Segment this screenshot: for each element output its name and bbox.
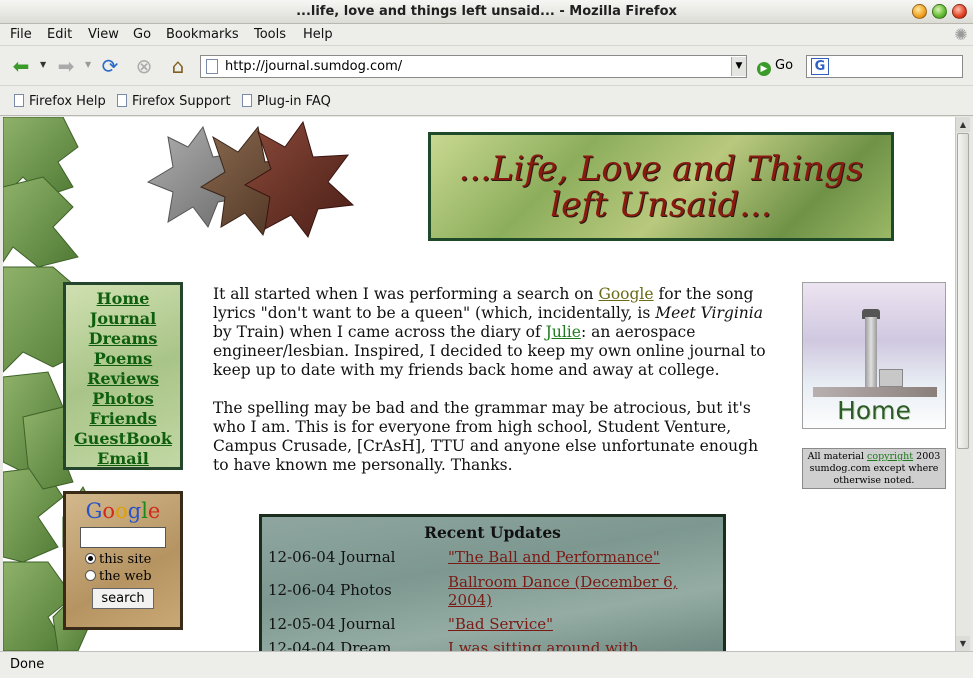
go-label: Go (775, 58, 794, 73)
update-date: 12-04-04 Dream (268, 639, 392, 651)
menu-bookmarks[interactable]: Bookmarks (166, 27, 239, 42)
lighthouse-icon (865, 317, 877, 387)
intro-text: It all started when I was performing a s… (213, 285, 773, 494)
radio-this-site[interactable]: this site (66, 552, 180, 567)
url-input[interactable] (225, 58, 725, 75)
menu-help[interactable]: Help (303, 27, 333, 42)
update-date: 12-05-04 Journal (268, 615, 396, 633)
bookmark-page-icon (14, 94, 24, 107)
radio-label: this site (99, 552, 152, 567)
maximize-button[interactable] (932, 4, 947, 19)
navigation-toolbar: ⬅ ▼ ➡ ▼ ⟳ ⊗ ⌂ ▼ ▶ Go G (0, 46, 973, 86)
reload-icon[interactable]: ⟳ (97, 54, 123, 78)
banner-title: ...Life, Love and Things left Unsaid... (458, 148, 864, 225)
scroll-up-arrow-icon[interactable]: ▲ (956, 117, 970, 132)
text-segment: It all started when I was performing a s… (213, 285, 599, 303)
radio-unselected-icon (85, 570, 96, 581)
window-title: ...life, love and things left unsaid... … (296, 4, 677, 19)
back-arrow-icon[interactable]: ⬅ (8, 54, 34, 78)
home-image-label: Home (837, 396, 911, 425)
nav-link-photos[interactable]: Photos (66, 389, 180, 409)
home-image-link[interactable]: Home (802, 282, 946, 429)
bookmark-firefox-support[interactable]: Firefox Support (117, 94, 231, 109)
update-date: 12-06-04 Journal (268, 548, 396, 566)
throbber-icon: ✺ (954, 25, 968, 44)
nav-link-dreams[interactable]: Dreams (66, 329, 180, 349)
bookmark-label: Plug-in FAQ (257, 94, 331, 109)
vertical-scrollbar[interactable]: ▲ ▼ (955, 117, 970, 651)
minimize-button[interactable] (912, 4, 927, 19)
forward-arrow-icon[interactable]: ➡ (53, 54, 79, 78)
window-titlebar: ...life, love and things left unsaid... … (0, 0, 973, 24)
page-icon (206, 59, 218, 74)
menu-go[interactable]: Go (133, 27, 151, 42)
home-icon[interactable]: ⌂ (165, 54, 191, 78)
copyright-link[interactable]: copyright (867, 451, 913, 462)
bookmark-label: Firefox Support (132, 94, 231, 109)
song-title: Meet Virginia (655, 304, 763, 322)
intro-paragraph-2: The spelling may be bad and the grammar … (213, 399, 759, 474)
update-link[interactable]: Ballroom Dance (December 6, 2004) (448, 573, 718, 609)
nav-link-guestbook[interactable]: GuestBook (66, 429, 180, 449)
google-logo: Google (85, 499, 161, 523)
url-history-dropdown-icon[interactable]: ▼ (731, 57, 746, 76)
google-search-button[interactable]: search (92, 588, 154, 609)
google-search-widget: Google this site the web search (63, 491, 183, 630)
bookmark-page-icon (117, 94, 127, 107)
scrollbar-thumb[interactable] (957, 133, 969, 449)
forward-history-dropdown-icon[interactable]: ▼ (85, 60, 91, 69)
menu-edit[interactable]: Edit (47, 27, 72, 42)
menu-view[interactable]: View (88, 27, 119, 42)
url-bar[interactable] (200, 55, 747, 78)
nav-link-home[interactable]: Home (66, 289, 180, 309)
go-arrow-icon: ▶ (757, 62, 771, 76)
google-link[interactable]: Google (598, 285, 653, 303)
close-window-button[interactable] (952, 4, 967, 19)
text-segment: All material (807, 451, 868, 462)
update-date: 12-06-04 Photos (268, 581, 392, 599)
google-engine-icon[interactable]: G (811, 58, 829, 75)
status-bar: Done (0, 651, 973, 678)
search-box[interactable]: G (806, 55, 963, 78)
stop-icon[interactable]: ⊗ (131, 54, 157, 78)
menu-file[interactable]: File (10, 27, 32, 42)
copyright-notice: All material copyright 2003 sumdog.com e… (802, 448, 946, 489)
google-search-input[interactable] (80, 527, 166, 548)
go-button[interactable]: ▶ Go (757, 58, 793, 76)
bookmark-label: Firefox Help (29, 94, 106, 109)
status-text: Done (10, 657, 45, 672)
page-viewport: ...Life, Love and Things left Unsaid... … (3, 117, 955, 651)
text-segment: by Train) when I came across the diary o… (213, 323, 546, 341)
keeper-house (879, 369, 903, 387)
back-history-dropdown-icon[interactable]: ▼ (40, 60, 46, 69)
julie-link[interactable]: Julie (546, 323, 581, 341)
scroll-down-arrow-icon[interactable]: ▼ (956, 636, 970, 651)
nav-link-reviews[interactable]: Reviews (66, 369, 180, 389)
bookmarks-toolbar: Firefox Help Firefox Support Plug-in FAQ (0, 86, 973, 116)
radio-selected-icon (85, 553, 96, 564)
nav-link-email[interactable]: Email (66, 449, 180, 469)
recent-updates-panel: Recent Updates 12-06-04 Journal "The Ball… (259, 514, 726, 651)
menu-tools[interactable]: Tools (254, 27, 286, 42)
update-link[interactable]: "Bad Service" (448, 615, 718, 633)
update-link[interactable]: I was sitting around with... (448, 639, 718, 651)
bookmark-plugin-faq[interactable]: Plug-in FAQ (242, 94, 331, 109)
bookmark-firefox-help[interactable]: Firefox Help (14, 94, 106, 109)
nav-link-poems[interactable]: Poems (66, 349, 180, 369)
radio-label: the web (99, 569, 152, 584)
site-navigation: Home Journal Dreams Poems Reviews Photos… (63, 282, 183, 470)
bookmark-page-icon (242, 94, 252, 107)
site-banner: ...Life, Love and Things left Unsaid... (428, 132, 894, 241)
radio-the-web[interactable]: the web (66, 569, 180, 584)
update-link[interactable]: "The Ball and Performance" (448, 548, 718, 566)
intro-paragraph-1: It all started when I was performing a s… (213, 285, 773, 380)
nav-link-journal[interactable]: Journal (66, 309, 180, 329)
menu-bar: File Edit View Go Bookmarks Tools Help (0, 24, 973, 46)
recent-updates-title: Recent Updates (424, 523, 561, 542)
nav-link-friends[interactable]: Friends (66, 409, 180, 429)
